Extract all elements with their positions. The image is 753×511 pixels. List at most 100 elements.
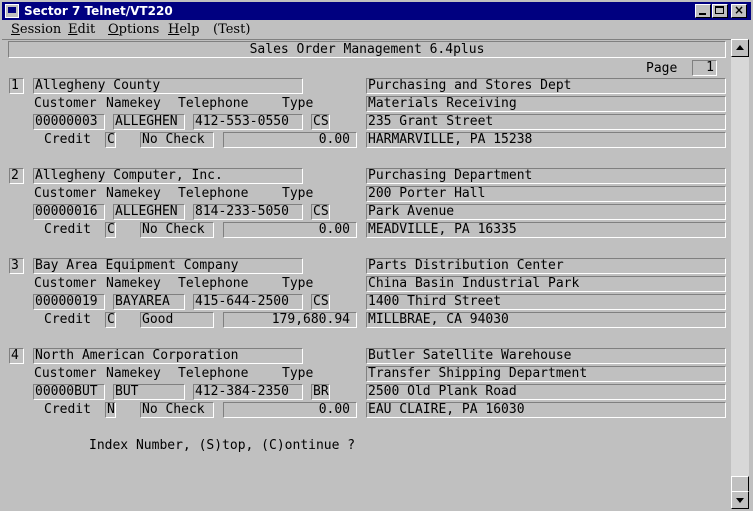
credit-code: C <box>105 312 116 328</box>
telephone-value: 814-233-5050 <box>193 204 303 220</box>
minimize-button[interactable] <box>695 4 711 18</box>
customer-label: Customer <box>34 186 97 201</box>
namekey-label: Namekey <box>106 366 161 381</box>
record-index: 1 <box>9 78 24 94</box>
address-line-4: EAU CLAIRE, PA 16030 <box>366 402 726 418</box>
menu-bar: Session Edit Options Help (Test) <box>2 21 751 39</box>
type-label: Type <box>282 96 314 111</box>
namekey-value: ALLEGHEN <box>113 204 185 220</box>
customer-label: Customer <box>34 96 97 111</box>
arrow-up-icon <box>736 45 744 50</box>
namekey-value: BUT <box>113 384 185 400</box>
address-line-2: 200 Porter Hall <box>366 186 726 202</box>
menu-label-rest: elp <box>179 22 200 37</box>
credit-status: No Check <box>140 132 214 148</box>
record-index: 3 <box>9 258 24 274</box>
credit-amount: 0.00 <box>223 132 357 148</box>
telephone-label: Telephone <box>178 96 249 111</box>
address-line-1: Parts Distribution Center <box>366 258 726 274</box>
type-value: CS <box>311 114 330 130</box>
customer-name: Allegheny Computer, Inc. <box>33 168 303 184</box>
menu-label-rest: ptions <box>118 22 160 37</box>
vertical-scrollbar[interactable] <box>731 39 749 509</box>
menu-mnemonic: O <box>108 22 119 37</box>
customer-name: Allegheny County <box>33 78 303 94</box>
menu-label-rest: dit <box>77 22 96 37</box>
menu-help[interactable]: Help <box>168 22 200 38</box>
namekey-value: BAYAREA <box>113 294 185 310</box>
customer-number: 00000003 <box>33 114 105 130</box>
menu-options[interactable]: Options <box>108 22 159 38</box>
credit-code: C <box>105 132 116 148</box>
type-label: Type <box>282 186 314 201</box>
title-bar[interactable]: Sector 7 Telnet/VT220 × <box>2 2 751 20</box>
maximize-icon <box>715 6 724 14</box>
menu-mnemonic: H <box>168 22 180 37</box>
menu-mnemonic: E <box>68 22 78 37</box>
address-line-1: Purchasing Department <box>366 168 726 184</box>
address-line-2: Materials Receiving <box>366 96 726 112</box>
telephone-label: Telephone <box>178 276 249 291</box>
menu-edit[interactable]: Edit <box>68 22 95 38</box>
address-line-3: 2500 Old Plank Road <box>366 384 726 400</box>
telephone-label: Telephone <box>178 186 249 201</box>
telephone-value: 412-553-0550 <box>193 114 303 130</box>
type-value: CS <box>311 294 330 310</box>
customer-name: Bay Area Equipment Company <box>33 258 303 274</box>
scroll-thumb[interactable] <box>731 476 749 492</box>
address-line-2: Transfer Shipping Department <box>366 366 726 382</box>
maximize-button[interactable] <box>712 4 728 18</box>
window-title: Sector 7 Telnet/VT220 <box>24 4 173 18</box>
menu-mnemonic: S <box>11 22 20 37</box>
credit-label: Credit <box>44 312 91 327</box>
close-button[interactable]: × <box>731 3 747 18</box>
address-line-2: China Basin Industrial Park <box>366 276 726 292</box>
terminal-screen[interactable]: Sales Order Management 6.4plus Page 1 1A… <box>2 39 731 510</box>
type-label: Type <box>282 366 314 381</box>
customer-name: North American Corporation <box>33 348 303 364</box>
scroll-down-button[interactable] <box>731 491 749 509</box>
customer-label: Customer <box>34 366 97 381</box>
namekey-label: Namekey <box>106 96 161 111</box>
customer-number: 00000019 <box>33 294 105 310</box>
customer-number: 00000016 <box>33 204 105 220</box>
credit-status: Good <box>140 312 214 328</box>
namekey-value: ALLEGHEN <box>113 114 185 130</box>
page-number: 1 <box>692 60 717 76</box>
credit-code: N <box>105 402 116 418</box>
address-line-4: HARMARVILLE, PA 15238 <box>366 132 726 148</box>
page-label: Page <box>646 61 678 76</box>
telephone-value: 415-644-2500 <box>193 294 303 310</box>
screen-header: Sales Order Management 6.4plus <box>8 41 726 58</box>
menu-label-rest: ession <box>19 22 62 37</box>
namekey-label: Namekey <box>106 276 161 291</box>
app-icon[interactable] <box>5 4 19 18</box>
address-line-3: 235 Grant Street <box>366 114 726 130</box>
minimize-icon <box>699 13 706 15</box>
telephone-value: 412-384-2350 <box>193 384 303 400</box>
record-index: 4 <box>9 348 24 364</box>
credit-label: Credit <box>44 402 91 417</box>
credit-label: Credit <box>44 132 91 147</box>
arrow-down-icon <box>736 498 744 503</box>
type-value: BR <box>311 384 330 400</box>
record-index: 2 <box>9 168 24 184</box>
customer-label: Customer <box>34 276 97 291</box>
namekey-label: Namekey <box>106 186 161 201</box>
address-line-1: Purchasing and Stores Dept <box>366 78 726 94</box>
menu-test[interactable]: (Test) <box>213 22 250 38</box>
scroll-up-button[interactable] <box>731 39 749 57</box>
address-line-4: MEADVILLE, PA 16335 <box>366 222 726 238</box>
credit-amount: 0.00 <box>223 402 357 418</box>
credit-code: C <box>105 222 116 238</box>
telnet-window: Sector 7 Telnet/VT220 × Session Edit Optio… <box>0 0 753 511</box>
credit-status: No Check <box>140 222 214 238</box>
menu-session[interactable]: Session <box>11 22 61 38</box>
credit-status: No Check <box>140 402 214 418</box>
command-prompt: Index Number, (S)top, (C)ontinue ? <box>89 438 356 453</box>
address-line-3: Park Avenue <box>366 204 726 220</box>
credit-label: Credit <box>44 222 91 237</box>
credit-amount: 179,680.94 <box>223 312 357 328</box>
address-line-4: MILLBRAE, CA 94030 <box>366 312 726 328</box>
close-icon: × <box>734 3 745 17</box>
